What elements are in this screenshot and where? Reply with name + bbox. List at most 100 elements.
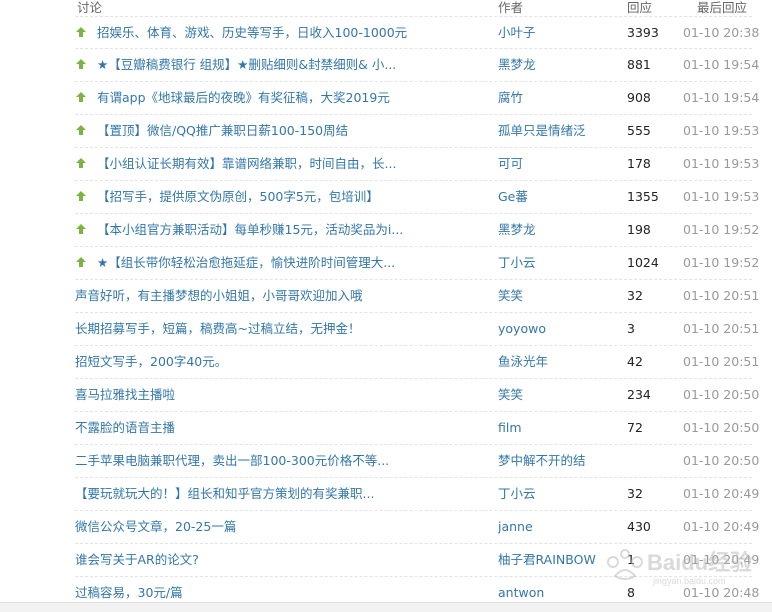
header-replies: 回应 [627,0,653,15]
table-row: 声音好听，有主播梦想的小姐姐，小哥哥欢迎加入哦 笑笑 32 01-10 20:51 [75,280,759,313]
last-reply-time: 01-10 20:49 [683,486,759,501]
reply-count: 1355 [627,189,659,204]
author-link[interactable]: 丁小云 [498,478,603,510]
topic-link[interactable]: 【置顶】微信/QQ推广兼职日薪100-150周结 [97,123,348,138]
table-row: 有谓app《地球最后的夜晚》有奖征稿，大奖2019元 腐竹 908 01-10 19:… [75,82,759,115]
topic-link[interactable]: 声音好听，有主播梦想的小姐姐，小哥哥欢迎加入哦 [75,288,363,303]
reply-count: 3 [627,321,635,336]
header-last-reply: 最后回应 [697,0,748,15]
reply-count: 72 [627,420,643,435]
topic-link[interactable]: 喜马拉雅找主播啦 [75,387,175,402]
last-reply-time: 01-10 20:49 [683,519,759,534]
table-row: ★【组长带你轻松治愈拖延症，愉快进阶时间管理大... 丁小云 1024 01-10 1… [75,247,759,280]
discussion-table: 讨论 作者 回应 最后回应 招娱乐、体育、游戏、历史等写手，日收入100-100… [0,0,772,610]
table-row: 微信公众号文章，20-25一篇 janne 430 01-10 20:49 [75,511,759,544]
table-row: 二手苹果电脑兼职代理，卖出一部100-300元价格不等... 梦中解不开的结 01-… [75,445,759,478]
topic-cell: ★【组长带你轻松治愈拖延症，愉快进阶时间管理大... [75,247,490,279]
topic-cell: 长期招募写手，短篇，稿费高~过稿立结，无押金！ [75,313,490,345]
topic-cell: 有谓app《地球最后的夜晚》有奖征稿，大奖2019元 [75,82,490,114]
author-link[interactable]: Ge蕃 [498,181,603,213]
topic-cell: 不露脸的语音主播 [75,412,490,444]
reply-count: 32 [627,288,643,303]
pinned-arrow-icon [76,224,86,234]
table-row: 【本小组官方兼职活动】每单秒赚15元，活动奖品为i... 黑梦龙 198 01-10 … [75,214,759,247]
pinned-arrow-icon [76,257,86,267]
topic-link[interactable]: 谁会写关于AR的论文? [75,552,199,567]
topic-link[interactable]: 招短文写手，200字40元。 [75,354,227,369]
last-reply-time: 01-10 19:52 [683,255,759,270]
last-reply-time: 01-10 19:53 [683,156,759,171]
last-reply-time: 01-10 19:54 [683,90,759,105]
topic-link[interactable]: 【本小组官方兼职活动】每单秒赚15元，活动奖品为i... [97,222,403,237]
last-reply-time: 01-10 19:52 [683,222,759,237]
author-link[interactable]: 可可 [498,148,603,180]
author-link[interactable]: 小叶子 [498,17,603,49]
pinned-arrow-icon [76,191,86,201]
topic-cell: 谁会写关于AR的论文? [75,544,490,576]
bottom-scroll-area[interactable] [0,602,772,612]
reply-count: 198 [627,222,651,237]
table-row: 招娱乐、体育、游戏、历史等写手，日收入100-1000元 小叶子 3393 01-10… [75,16,759,49]
author-link[interactable]: film [498,412,603,444]
topic-cell: 二手苹果电脑兼职代理，卖出一部100-300元价格不等... [75,445,490,477]
table-row: 谁会写关于AR的论文? 柚子君RAINBOW 1 01-10 20:49 [75,544,759,577]
topic-link[interactable]: 【要玩就玩大的！】组长和知乎官方策划的有奖兼职... [75,486,374,501]
author-link[interactable]: janne [498,511,603,543]
topic-link[interactable]: 二手苹果电脑兼职代理，卖出一部100-300元价格不等... [75,453,389,468]
last-reply-time: 01-10 20:38 [683,25,759,40]
topic-link[interactable]: ★【组长带你轻松治愈拖延症，愉快进阶时间管理大... [97,255,395,270]
topic-link[interactable]: 不露脸的语音主播 [75,420,175,435]
topic-link[interactable]: 有谓app《地球最后的夜晚》有奖征稿，大奖2019元 [97,90,390,105]
author-link[interactable]: 丁小云 [498,247,603,279]
topic-link[interactable]: 过稿容易，30元/篇 [75,585,183,600]
author-link[interactable]: 笑笑 [498,379,603,411]
table-row: 【要玩就玩大的！】组长和知乎官方策划的有奖兼职... 丁小云 32 01-10 20:… [75,478,759,511]
table-row: 招短文写手，200字40元。 鱼泳光年 42 01-10 20:51 [75,346,759,379]
topic-cell: 喜马拉雅找主播啦 [75,379,490,411]
reply-count: 908 [627,90,651,105]
last-reply-time: 01-10 20:50 [683,420,759,435]
reply-count: 32 [627,486,643,501]
reply-count: 555 [627,123,651,138]
last-reply-time: 01-10 20:50 [683,453,759,468]
reply-count: 178 [627,156,651,171]
reply-count: 430 [627,519,651,534]
author-link[interactable]: 柚子君RAINBOW [498,544,603,576]
topic-cell: 声音好听，有主播梦想的小姐姐，小哥哥欢迎加入哦 [75,280,490,312]
topic-link[interactable]: ★【豆瓣稿费银行 组规】★删贴细则&封禁细则& 小... [97,57,396,72]
topic-link[interactable]: 长期招募写手，短篇，稿费高~过稿立结，无押金！ [75,321,360,336]
topic-cell: 招娱乐、体育、游戏、历史等写手，日收入100-1000元 [75,17,490,49]
last-reply-time: 01-10 20:51 [683,288,759,303]
author-link[interactable]: 黑梦龙 [498,49,603,81]
last-reply-time: 01-10 20:49 [683,552,759,567]
topic-cell: ★【豆瓣稿费银行 组规】★删贴细则&封禁细则& 小... [75,49,490,81]
author-link[interactable]: 黑梦龙 [498,214,603,246]
header-topic: 讨论 [77,0,103,15]
topic-cell: 【要玩就玩大的！】组长和知乎官方策划的有奖兼职... [75,478,490,510]
topic-cell: 微信公众号文章，20-25一篇 [75,511,490,543]
last-reply-time: 01-10 19:54 [683,57,759,72]
topic-cell: 招短文写手，200字40元。 [75,346,490,378]
table-row: 【置顶】微信/QQ推广兼职日薪100-150周结 孤单只是情绪泛 555 01-10 … [75,115,759,148]
topic-link[interactable]: 【招写手，提供原文伪原创，500字5元，包培训】 [97,189,379,204]
author-link[interactable]: yoyowo [498,313,603,345]
last-reply-time: 01-10 20:50 [683,387,759,402]
topic-cell: 【置顶】微信/QQ推广兼职日薪100-150周结 [75,115,490,147]
author-link[interactable]: 鱼泳光年 [498,346,603,378]
topic-cell: 【小组认证长期有效】靠谱网络兼职，时间自由，长... [75,148,490,180]
table-row: 【招写手，提供原文伪原创，500字5元，包培训】 Ge蕃 1355 01-10 19:… [75,181,759,214]
author-link[interactable]: 孤单只是情绪泛 [498,115,603,147]
reply-count: 42 [627,354,643,369]
topic-link[interactable]: 招娱乐、体育、游戏、历史等写手，日收入100-1000元 [97,25,407,40]
pinned-arrow-icon [76,158,86,168]
author-link[interactable]: 笑笑 [498,280,603,312]
topic-cell: 【本小组官方兼职活动】每单秒赚15元，活动奖品为i... [75,214,490,246]
author-link[interactable]: 梦中解不开的结 [498,445,603,477]
topic-list: 招娱乐、体育、游戏、历史等写手，日收入100-1000元 小叶子 3393 01-10… [0,16,772,610]
table-row: 喜马拉雅找主播啦 笑笑 234 01-10 20:50 [75,379,759,412]
topic-link[interactable]: 【小组认证长期有效】靠谱网络兼职，时间自由，长... [97,156,396,171]
reply-count: 1024 [627,255,659,270]
last-reply-time: 01-10 20:51 [683,321,759,336]
author-link[interactable]: 腐竹 [498,82,603,114]
topic-link[interactable]: 微信公众号文章，20-25一篇 [75,519,236,534]
